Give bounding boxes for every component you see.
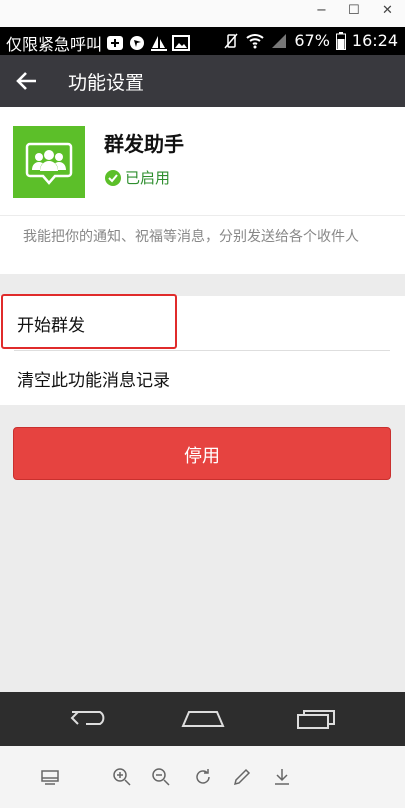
menu-item-label: 清空此功能消息记录 bbox=[17, 371, 170, 391]
wifi-icon bbox=[246, 33, 264, 48]
menu-divider bbox=[14, 350, 390, 351]
group-send-logo-icon bbox=[13, 126, 85, 198]
zoom-out-icon[interactable] bbox=[150, 766, 172, 788]
download-icon[interactable] bbox=[271, 766, 293, 788]
battery-icon bbox=[335, 31, 346, 50]
vibrate-off-icon bbox=[224, 33, 238, 48]
recents-nav-icon[interactable] bbox=[296, 708, 338, 730]
rotate-icon[interactable] bbox=[192, 766, 214, 788]
sailboat-icon bbox=[151, 36, 168, 51]
clear-history-item[interactable]: 清空此功能消息记录 bbox=[0, 351, 405, 405]
plugin-name: 群发助手 bbox=[104, 132, 184, 156]
status-text: 已启用 bbox=[125, 169, 171, 187]
battery-text: 67% bbox=[294, 31, 330, 50]
window-chrome: − ☐ ✕ bbox=[0, 0, 405, 27]
time-text: 16:24 bbox=[351, 31, 398, 50]
carrier-text: 仅限紧急呼叫 bbox=[6, 35, 103, 54]
add-icon bbox=[107, 36, 124, 50]
plugin-description: 我能把你的通知、祝福等消息，分别发送给各个收件人 bbox=[0, 216, 405, 274]
app-header: 功能设置 bbox=[0, 55, 405, 107]
highlight-box bbox=[1, 294, 177, 349]
back-arrow-icon[interactable] bbox=[14, 68, 40, 94]
status-badge: 已启用 bbox=[104, 167, 170, 188]
disable-button-label: 停用 bbox=[184, 446, 220, 467]
status-bar: 仅限紧急呼叫 67% 16:24 bbox=[0, 27, 405, 55]
minimize-button[interactable]: − bbox=[316, 3, 327, 18]
close-button[interactable]: ✕ bbox=[382, 3, 393, 18]
edit-pencil-icon[interactable] bbox=[231, 766, 253, 788]
zoom-in-icon[interactable] bbox=[111, 766, 133, 788]
image-icon bbox=[172, 35, 191, 51]
back-nav-icon[interactable] bbox=[69, 708, 111, 730]
description-text: 我能把你的通知、祝福等消息，分别发送给各个收件人 bbox=[23, 229, 359, 245]
plugin-card bbox=[0, 107, 405, 215]
viewer-toolbar bbox=[0, 746, 405, 808]
location-icon bbox=[130, 36, 145, 50]
signal-icon bbox=[272, 33, 287, 48]
page-title: 功能设置 bbox=[68, 72, 145, 94]
system-nav-bar bbox=[0, 692, 405, 746]
screen-icon[interactable] bbox=[39, 766, 61, 788]
check-circle-icon bbox=[105, 169, 121, 186]
maximize-button[interactable]: ☐ bbox=[348, 3, 360, 18]
disable-button[interactable]: 停用 bbox=[13, 427, 391, 480]
home-nav-icon[interactable] bbox=[181, 708, 225, 730]
